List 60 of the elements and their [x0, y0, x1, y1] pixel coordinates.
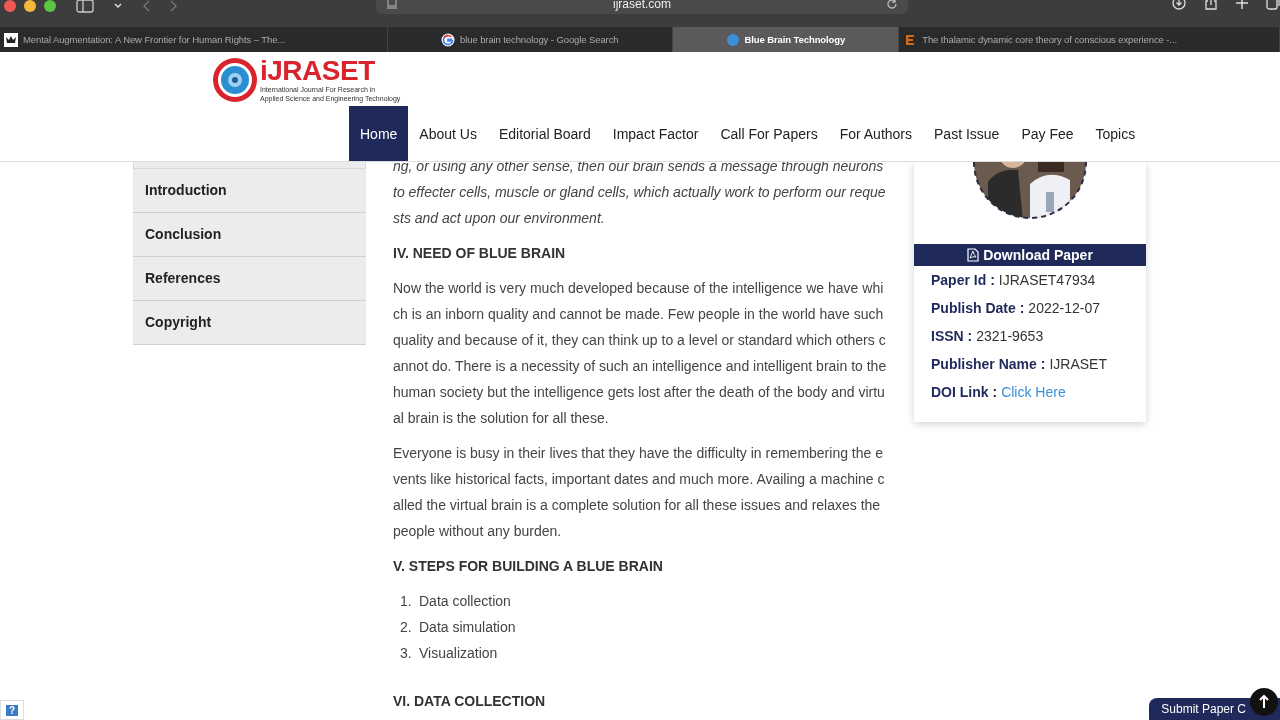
list-item: Data collection: [419, 593, 511, 609]
forward-icon[interactable]: [170, 0, 178, 12]
new-tab-icon[interactable]: [1236, 0, 1248, 9]
nav-link[interactable]: Impact Factor: [601, 106, 710, 161]
help-button[interactable]: ?: [5, 704, 19, 716]
close-window-icon[interactable]: [4, 0, 16, 12]
download-button[interactable]: Download Paper: [914, 244, 1146, 266]
field-label: Publish Date :: [931, 300, 1025, 316]
share-icon[interactable]: [1204, 0, 1218, 10]
sidebar-item[interactable]: Conclusion: [133, 213, 366, 257]
list-number: 2.: [400, 618, 413, 637]
field-value: IJRASET: [1049, 356, 1107, 372]
nav-link[interactable]: Past Issue: [923, 106, 1011, 161]
logo-wordmark: iJRASET: [260, 57, 376, 85]
address-field[interactable]: ijraset.com: [376, 0, 908, 14]
nav-link[interactable]: Pay Fee: [1010, 106, 1085, 161]
field-value: IJRASET47934: [998, 272, 1096, 288]
section-heading: VI. DATA COLLECTION: [393, 692, 547, 711]
sidebar-item[interactable]: Introduction: [133, 169, 366, 213]
list-item: Visualization: [419, 645, 498, 661]
section-heading: V. STEPS FOR BUILDING A BLUE BRAIN: [393, 557, 664, 576]
browser-tab[interactable]: Blue Brain Technology: [672, 27, 900, 52]
nav-link[interactable]: About Us: [408, 106, 488, 161]
field-value: 2321-9653: [976, 328, 1044, 344]
browser-tab[interactable]: Mental Augmentation: A New Frontier for Human Rights – The...: [0, 27, 389, 52]
nav-link[interactable]: For Authors: [828, 106, 923, 161]
nav-link[interactable]: Call For Papers: [709, 106, 829, 161]
nav-link[interactable]: Topics: [1084, 106, 1147, 161]
download-icon[interactable]: [1172, 0, 1186, 10]
list-number: 1.: [400, 592, 413, 611]
chevron-down-icon[interactable]: [114, 2, 122, 9]
field-label: Publisher Name :: [931, 356, 1046, 372]
field-value: 2022-12-07: [1028, 300, 1100, 316]
scroll-top-icon[interactable]: [1250, 688, 1278, 716]
browser-tab[interactable]: blue brain technology - Google Search: [388, 27, 673, 52]
back-icon[interactable]: [142, 0, 150, 12]
list-item: Data simulation: [419, 619, 516, 635]
browser-tab[interactable]: The thalamic dynamic core theory of conscious experience -...: [899, 27, 1280, 52]
maximize-window-icon[interactable]: [44, 0, 56, 12]
field-label: Paper Id :: [931, 272, 995, 288]
nav-link[interactable]: Home: [349, 106, 409, 161]
tabs-overview-icon[interactable]: [1266, 0, 1280, 10]
nav-link[interactable]: Editorial Board: [487, 106, 602, 161]
minimize-window-icon[interactable]: [24, 0, 36, 12]
sidebar-item[interactable]: Copyright: [133, 301, 366, 345]
globe-icon: [725, 32, 740, 47]
list-number: 3.: [400, 644, 413, 663]
paragraph: Now the world is very much developed because of the intelligence we have which is an inborn quality and cannot be made. Few people in the world have such quality and because of it, they can think up to a level or standard which others cannot do. There is a necessity of such an intelligence and intelligent brain to the human society but the intelligence gets lost after the death of the body and virtual brain is the solution for all these.: [393, 279, 887, 428]
field-label: ISSN :: [931, 328, 973, 344]
paragraph: Everyone is busy in their lives that they have the difficulty in remembering the events like historical facts, important dates and much more. Availing a machine called the virtual brain is a complete solution for all these issues and relaxes the people without any burden.: [393, 444, 886, 541]
section-heading: IV. NEED OF BLUE BRAIN: [393, 244, 567, 263]
reload-icon[interactable]: [886, 0, 898, 10]
crown-icon: [4, 32, 18, 47]
sidebar-icon[interactable]: [76, 0, 94, 13]
doi-link[interactable]: Click Here: [1001, 384, 1066, 400]
logo-emblem-icon: [212, 57, 258, 103]
pdf-icon: [967, 248, 980, 262]
google-g-icon: [441, 32, 456, 47]
sidebar-item[interactable]: References: [133, 257, 366, 301]
field-label: DOI Link :: [931, 384, 998, 400]
